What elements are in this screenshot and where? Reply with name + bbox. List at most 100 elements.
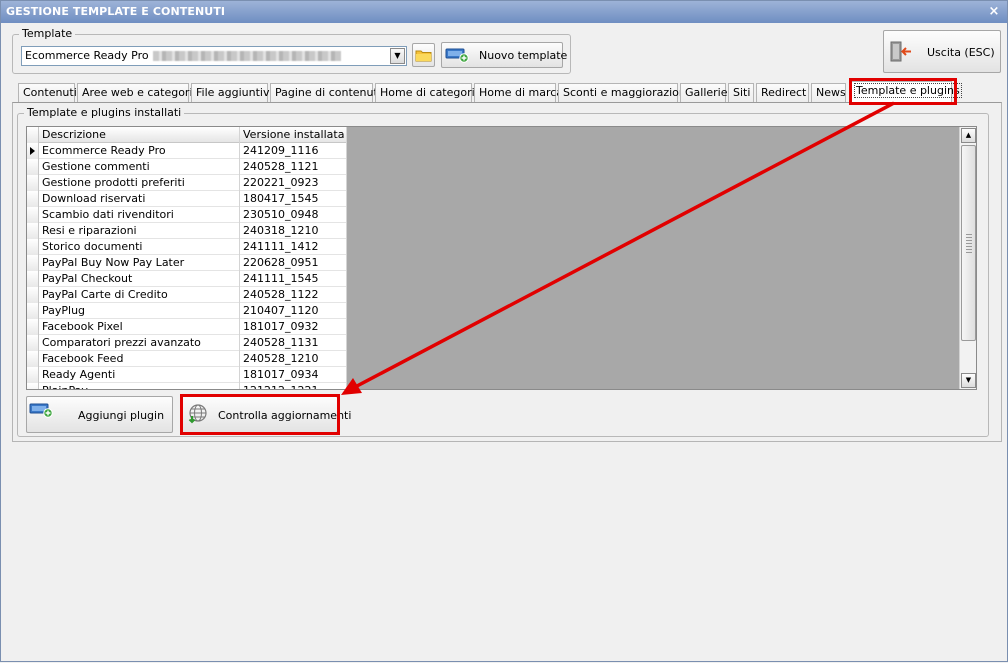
- cell-description[interactable]: PayPal Checkout: [39, 271, 240, 287]
- table-row[interactable]: Scambio dati rivenditori 230510_0948: [27, 207, 347, 223]
- tab-file-aggiuntivi[interactable]: File aggiuntivi: [191, 83, 273, 103]
- cell-description[interactable]: PayPlug: [39, 303, 240, 319]
- table-row[interactable]: Download riservati 180417_1545: [27, 191, 347, 207]
- cell-description[interactable]: PayPal Buy Now Pay Later: [39, 255, 240, 271]
- new-template-button[interactable]: Nuovo template: [441, 42, 567, 68]
- table-row[interactable]: PlainPay121212_1221: [27, 383, 347, 389]
- row-indicator[interactable]: [27, 239, 39, 255]
- row-indicator[interactable]: [27, 143, 39, 159]
- tab-home-categoria[interactable]: Home di categoria: [375, 83, 481, 103]
- table-row[interactable]: Ecommerce Ready Pro 241209_1116: [27, 143, 347, 159]
- tab-sconti[interactable]: Sconti e maggiorazioni: [558, 83, 689, 103]
- cell-description[interactable]: Ecommerce Ready Pro: [39, 143, 240, 159]
- close-icon[interactable]: ×: [987, 1, 1001, 23]
- open-folder-button[interactable]: [412, 43, 435, 67]
- cell-version[interactable]: 220628_0951: [240, 255, 347, 271]
- column-header-version[interactable]: Versione installata: [240, 127, 347, 143]
- row-indicator[interactable]: [27, 383, 39, 389]
- cell-description[interactable]: Ready Agenti: [39, 367, 240, 383]
- cell-description[interactable]: Storico documenti: [39, 239, 240, 255]
- grip-icon: [966, 234, 972, 254]
- plugins-group-legend: Template e plugins installati: [24, 106, 185, 119]
- template-select[interactable]: Ecommerce Ready Pro ▼: [21, 46, 407, 66]
- cell-version[interactable]: 241111_1412: [240, 239, 347, 255]
- cell-description[interactable]: Comparatori prezzi avanzato: [39, 335, 240, 351]
- cell-description[interactable]: Resi e riparazioni: [39, 223, 240, 239]
- row-indicator[interactable]: [27, 207, 39, 223]
- cell-version[interactable]: 181017_0932: [240, 319, 347, 335]
- cell-version[interactable]: 240528_1131: [240, 335, 347, 351]
- chevron-down-icon[interactable]: ▼: [390, 48, 405, 64]
- tab-aree-web[interactable]: Aree web e categorie: [77, 83, 199, 103]
- row-indicator[interactable]: [27, 367, 39, 383]
- add-plugin-label: Aggiungi plugin: [78, 409, 165, 422]
- new-template-label: Nuovo template: [479, 49, 568, 62]
- cell-version[interactable]: 241111_1545: [240, 271, 347, 287]
- table-row[interactable]: Gestione prodotti preferiti 220221_0923: [27, 175, 347, 191]
- table-row[interactable]: Comparatori prezzi avanzato 240528_1131: [27, 335, 347, 351]
- exit-button[interactable]: Uscita (ESC): [883, 30, 1001, 73]
- tab-pagine-contenuti[interactable]: Pagine di contenuti: [270, 83, 381, 103]
- exit-door-icon: [890, 41, 911, 62]
- cell-description[interactable]: Gestione commenti: [39, 159, 240, 175]
- row-indicator[interactable]: [27, 223, 39, 239]
- row-indicator[interactable]: [27, 319, 39, 335]
- row-indicator[interactable]: [27, 271, 39, 287]
- cell-version[interactable]: 180417_1545: [240, 191, 347, 207]
- cell-description[interactable]: PlainPay: [39, 383, 240, 389]
- cell-version[interactable]: 241209_1116: [240, 143, 347, 159]
- add-plugin-button[interactable]: Aggiungi plugin: [26, 396, 173, 433]
- plugins-grid[interactable]: Descrizione Versione installata Ecommerc…: [26, 126, 977, 390]
- table-row[interactable]: Facebook Feed 240528_1210: [27, 351, 347, 367]
- table-row[interactable]: Ready Agenti 181017_0934: [27, 367, 347, 383]
- highlight-check-updates: [180, 394, 340, 435]
- row-indicator[interactable]: [27, 159, 39, 175]
- scroll-down-icon[interactable]: ▼: [961, 373, 976, 388]
- table-row[interactable]: PayPal Checkout 241111_1545: [27, 271, 347, 287]
- tab-news[interactable]: News: [811, 83, 846, 103]
- table-row[interactable]: Resi e riparazioni 240318_1210: [27, 223, 347, 239]
- cell-version[interactable]: 240318_1210: [240, 223, 347, 239]
- cell-description[interactable]: Facebook Pixel: [39, 319, 240, 335]
- add-plugin-icon: [29, 403, 53, 418]
- tab-gallerie[interactable]: Gallerie: [680, 83, 728, 103]
- cell-version[interactable]: 181017_0934: [240, 367, 347, 383]
- cell-version[interactable]: 230510_0948: [240, 207, 347, 223]
- vertical-scrollbar[interactable]: ▲ ▼: [959, 127, 976, 389]
- cell-description[interactable]: Gestione prodotti preferiti: [39, 175, 240, 191]
- current-row-icon: [30, 147, 35, 155]
- table-row[interactable]: PayPal Buy Now Pay Later 220628_0951: [27, 255, 347, 271]
- table-row[interactable]: PayPal Carte di Credito 240528_1122: [27, 287, 347, 303]
- column-header-description[interactable]: Descrizione: [39, 127, 240, 143]
- cell-version[interactable]: 121212_1221: [240, 383, 347, 389]
- table-row[interactable]: Storico documenti 241111_1412: [27, 239, 347, 255]
- cell-version[interactable]: 210407_1120: [240, 303, 347, 319]
- cell-version[interactable]: 240528_1210: [240, 351, 347, 367]
- highlight-tab-template-plugins: [849, 78, 957, 105]
- table-header: Descrizione Versione installata: [27, 127, 347, 143]
- cell-version[interactable]: 220221_0923: [240, 175, 347, 191]
- scroll-thumb[interactable]: [961, 145, 976, 341]
- folder-icon: [415, 50, 432, 62]
- cell-description[interactable]: Download riservati: [39, 191, 240, 207]
- row-indicator[interactable]: [27, 287, 39, 303]
- tab-siti[interactable]: Siti: [728, 83, 754, 103]
- row-indicator[interactable]: [27, 191, 39, 207]
- table-row[interactable]: Facebook Pixel 181017_0932: [27, 319, 347, 335]
- row-indicator[interactable]: [27, 303, 39, 319]
- table-row[interactable]: Gestione commenti 240528_1121: [27, 159, 347, 175]
- tab-home-marca[interactable]: Home di marca: [474, 83, 563, 103]
- row-indicator[interactable]: [27, 255, 39, 271]
- scroll-up-icon[interactable]: ▲: [961, 128, 976, 143]
- row-indicator[interactable]: [27, 175, 39, 191]
- cell-version[interactable]: 240528_1122: [240, 287, 347, 303]
- cell-version[interactable]: 240528_1121: [240, 159, 347, 175]
- row-indicator[interactable]: [27, 351, 39, 367]
- row-indicator[interactable]: [27, 335, 39, 351]
- cell-description[interactable]: PayPal Carte di Credito: [39, 287, 240, 303]
- table-row[interactable]: PayPlug 210407_1120: [27, 303, 347, 319]
- tab-redirect[interactable]: Redirect: [756, 83, 809, 103]
- cell-description[interactable]: Scambio dati rivenditori: [39, 207, 240, 223]
- cell-description[interactable]: Facebook Feed: [39, 351, 240, 367]
- tab-contenuti[interactable]: Contenuti: [18, 83, 77, 103]
